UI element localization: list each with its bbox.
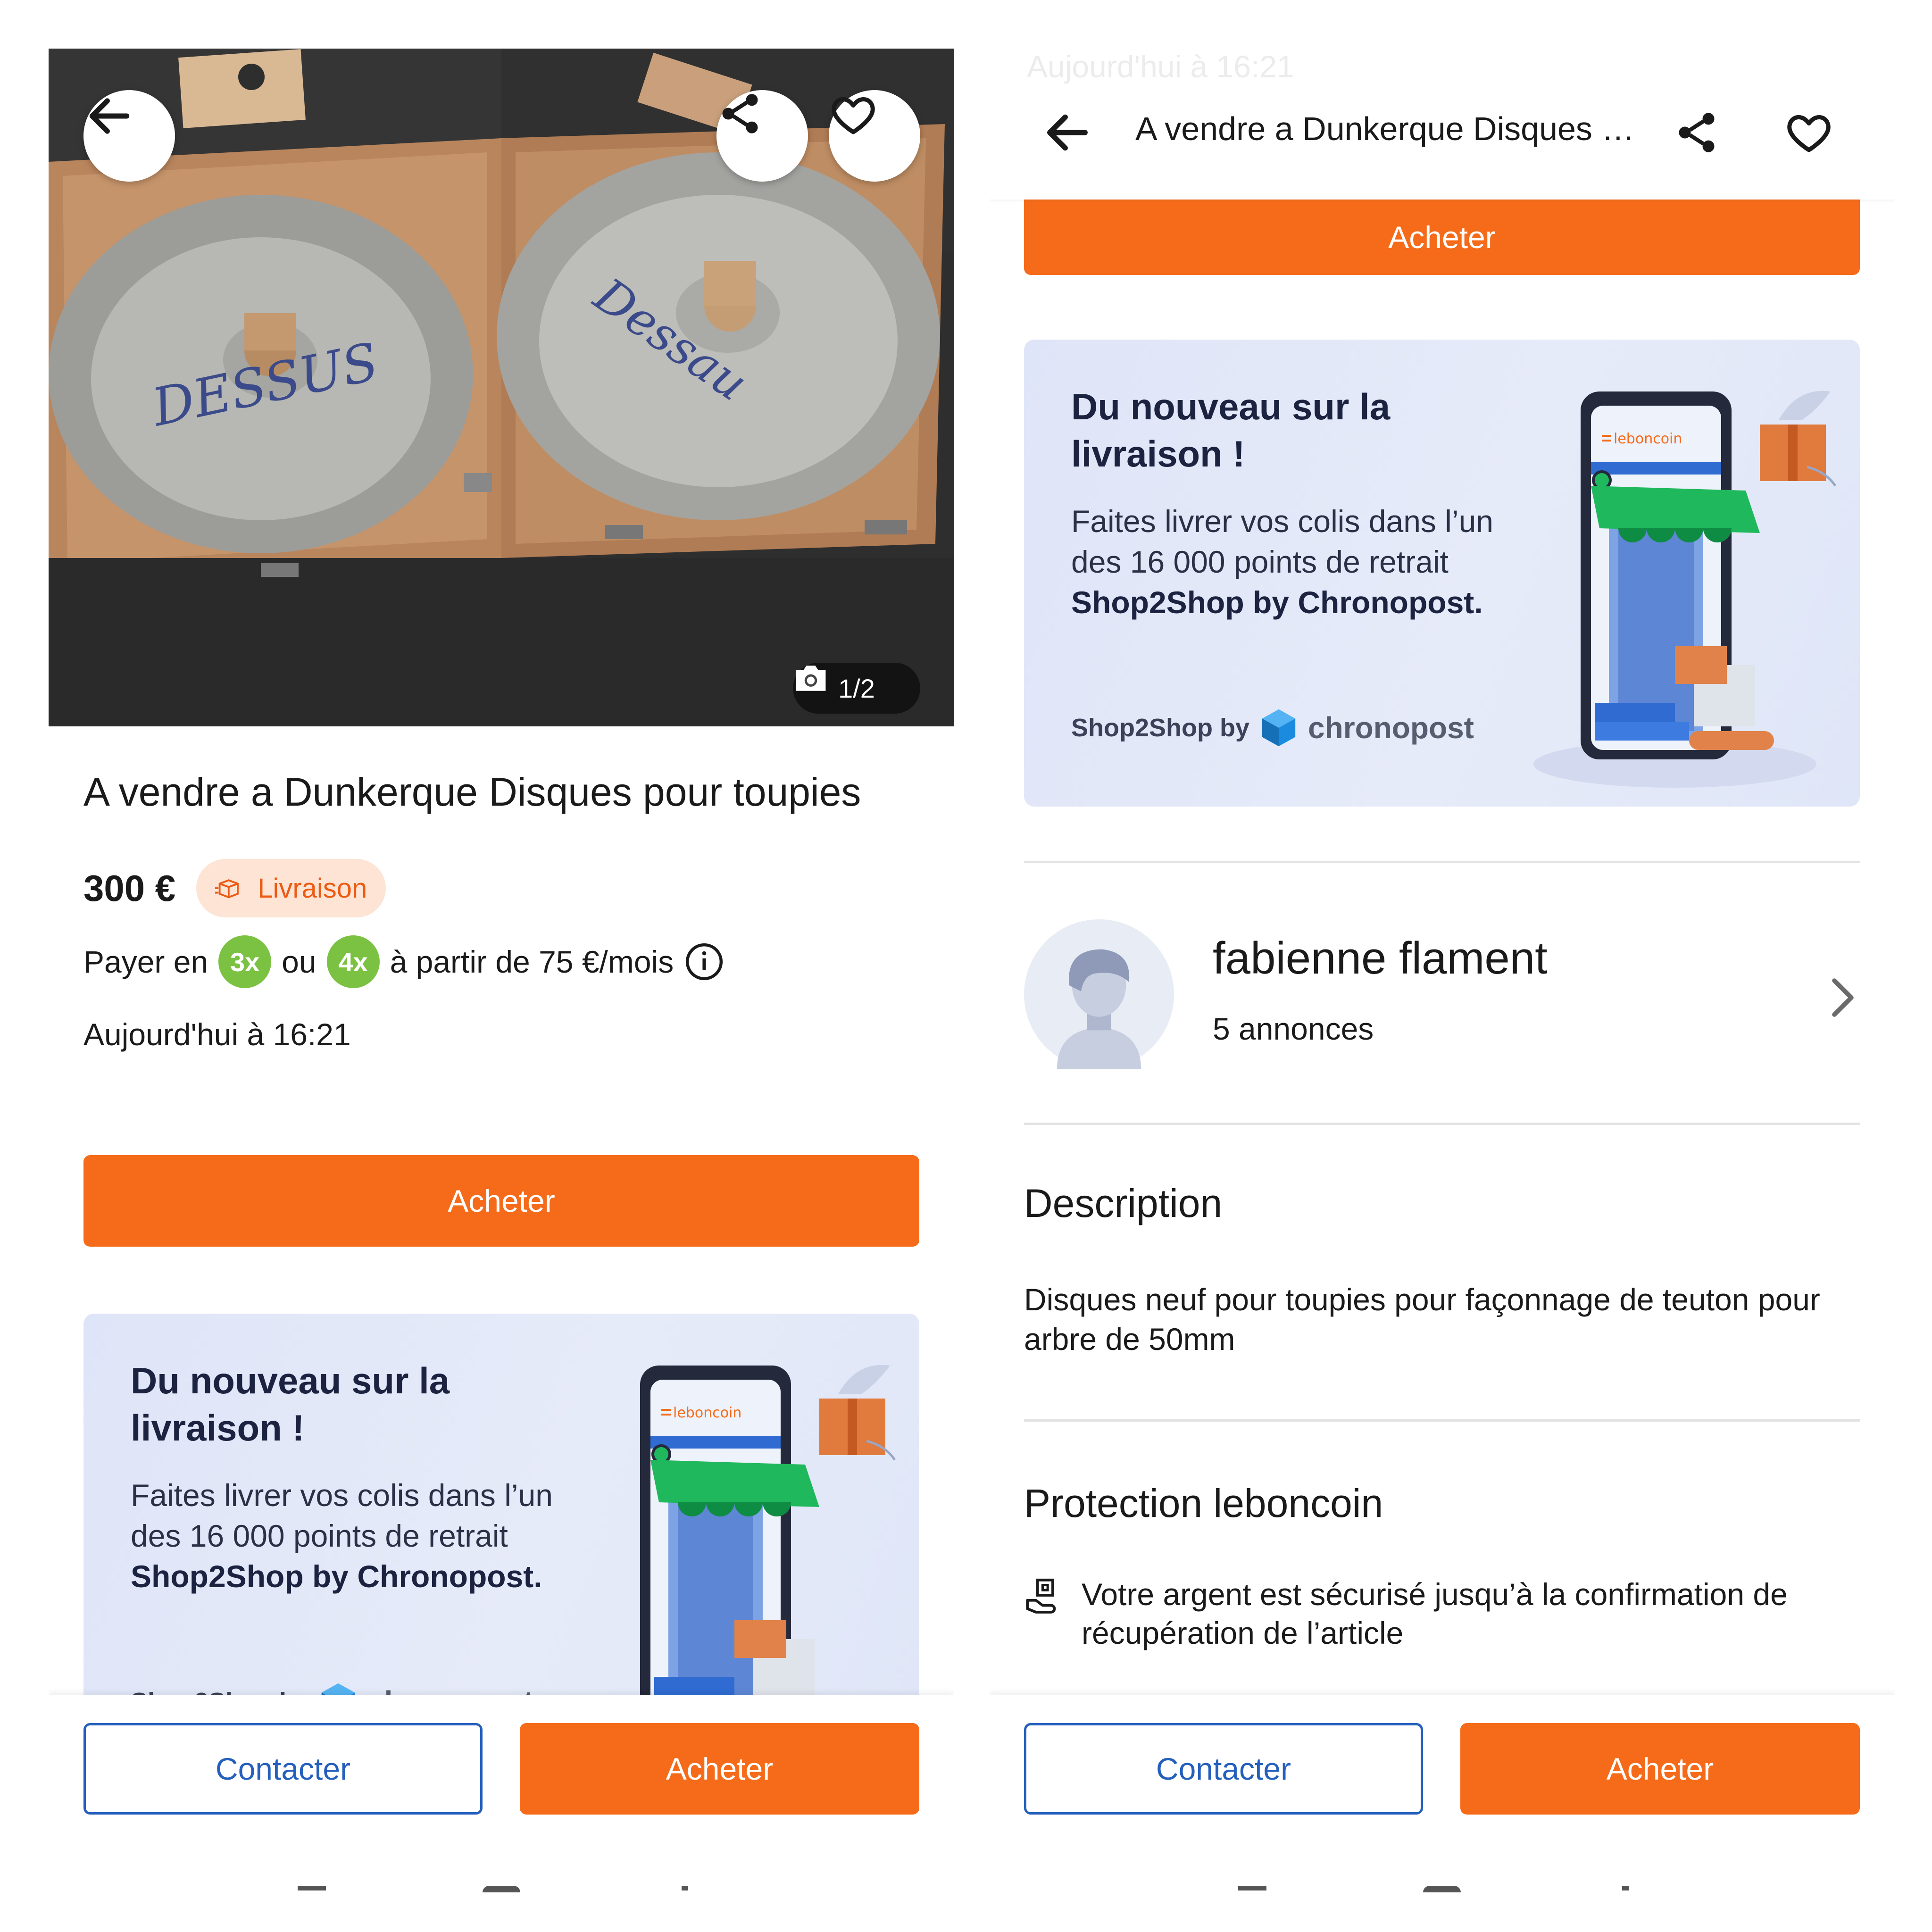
promo-title: Du nouveau sur la livraison ! <box>1071 386 1391 475</box>
listing-price: 300 € <box>83 867 176 909</box>
buy-button[interactable]: Acheter <box>83 1155 919 1247</box>
contact-button[interactable]: Contacter <box>83 1723 483 1815</box>
photo-counter-text: 1/2 <box>838 673 875 703</box>
photo-counter[interactable]: 1/2 <box>793 663 920 714</box>
description-text: Disques neuf pour toupies pour façonnage… <box>1024 1282 1820 1357</box>
arrow-left-icon <box>89 98 130 134</box>
share-icon[interactable] <box>1673 109 1720 156</box>
info-icon[interactable] <box>684 941 724 982</box>
installment-3x: 3x <box>218 935 272 988</box>
buy-button-scrolled[interactable]: Acheter <box>1024 200 1860 275</box>
left-screen: DESSUS Dessau 1/2 A vendre a Dunkerque D… <box>49 49 954 1905</box>
promo-text: Faites livrer vos colis dans l’un des 16… <box>131 1475 565 1597</box>
system-nav-bar <box>989 1886 1895 1905</box>
secure-payment-icon <box>1026 1578 1056 1614</box>
promo-text-main: Faites livrer vos colis dans l’un des 16… <box>131 1478 553 1553</box>
nav-back-icon[interactable] <box>1622 1886 1629 1890</box>
nav-home-icon[interactable] <box>1423 1886 1461 1892</box>
promo-text: Faites livrer vos colis dans l’un des 16… <box>1071 501 1505 623</box>
divider <box>1024 861 1860 863</box>
installment-prefix: Payer en <box>83 944 208 979</box>
protection-heading: Protection leboncoin <box>1024 1481 1383 1525</box>
bottom-action-bar: Contacter Acheter <box>49 1695 954 1850</box>
promo-title: Du nouveau sur la livraison ! <box>131 1360 450 1449</box>
topbar-scrolled-text: Aujourd'hui à 16:21 <box>1027 49 1294 84</box>
protection-line-1: Votre argent est sécurisé jusqu’à la con… <box>1082 1577 1788 1650</box>
chronopost-cube-icon <box>1262 709 1296 747</box>
divider <box>1024 1123 1860 1125</box>
listing-date: Aujourd'hui à 16:21 <box>83 1017 351 1052</box>
promo-brand: Shop2Shop by chronopost <box>1071 708 1474 748</box>
chevron-right-icon <box>1832 978 1854 1017</box>
price-row: 300 € Livraison <box>83 859 386 917</box>
promo-brand-small: Shop2Shop by <box>1071 714 1249 742</box>
promo-text-bold: Shop2Shop by Chronopost. <box>1071 585 1483 620</box>
nav-recent-icon[interactable] <box>1238 1886 1266 1890</box>
contact-button[interactable]: Contacter <box>1024 1723 1423 1815</box>
installment-or: ou <box>282 944 316 979</box>
nav-recent-icon[interactable] <box>298 1886 326 1890</box>
bottom-buy-button[interactable]: Acheter <box>520 1723 919 1815</box>
delivery-promo-banner[interactable]: Du nouveau sur la livraison ! Faites liv… <box>1024 340 1860 807</box>
promo-app-label: leboncoin <box>1614 431 1682 447</box>
listing-photo[interactable]: DESSUS Dessau 1/2 <box>49 49 954 726</box>
system-nav-bar <box>49 1886 954 1905</box>
seller-listing-count: 5 annonces <box>1213 1011 1374 1046</box>
seller-card[interactable]: fabienne flament 5 annonces <box>1024 919 1860 1070</box>
heart-icon[interactable] <box>1784 108 1833 157</box>
share-icon <box>722 94 758 133</box>
promo-app-label: leboncoin <box>673 1405 741 1421</box>
protection-item: Votre argent est sécurisé jusqu’à la con… <box>1024 1575 1836 1652</box>
delivery-box-icon <box>215 879 239 899</box>
listing-title: A vendre a Dunkerque Disques pour toupie… <box>83 770 861 814</box>
promo-brand-name: chronopost <box>1308 711 1474 745</box>
avatar <box>1024 919 1174 1069</box>
description-heading: Description <box>1024 1181 1223 1225</box>
share-button[interactable] <box>716 90 808 182</box>
shipping-badge-label: Livraison <box>258 873 367 904</box>
divider <box>1024 1419 1860 1422</box>
bottom-action-bar: Contacter Acheter <box>989 1695 1895 1850</box>
nav-back-icon[interactable] <box>682 1886 688 1890</box>
installment-line: Payer en 3x ou 4x à partir de 75 €/mois <box>83 935 724 988</box>
shipping-badge: Livraison <box>196 859 386 917</box>
back-button[interactable] <box>83 90 175 182</box>
bottom-buy-button[interactable]: Acheter <box>1460 1723 1860 1815</box>
right-screen: Acheter Aujourd'hui à 16:21 A vendre a D… <box>989 49 1895 1905</box>
favorite-button[interactable] <box>829 90 920 182</box>
promo-illustration: leboncoin <box>1533 391 1837 788</box>
listing-photo-image: DESSUS Dessau <box>49 49 954 726</box>
installment-4x: 4x <box>326 935 380 988</box>
installment-suffix: à partir de 75 €/mois <box>390 944 674 979</box>
heart-icon <box>832 97 875 134</box>
seller-name: fabienne flament <box>1213 933 1548 983</box>
top-app-bar: Aujourd'hui à 16:21 A vendre a Dunkerque… <box>989 49 1895 200</box>
topbar-title: A vendre a Dunkerque Disques p... <box>1135 110 1645 147</box>
nav-home-icon[interactable] <box>483 1886 520 1892</box>
promo-text-bold: Shop2Shop by Chronopost. <box>131 1559 542 1594</box>
arrow-left-icon[interactable] <box>1041 106 1094 159</box>
promo-text-main: Faites livrer vos colis dans l’un des 16… <box>1071 504 1493 579</box>
camera-icon <box>796 666 826 691</box>
